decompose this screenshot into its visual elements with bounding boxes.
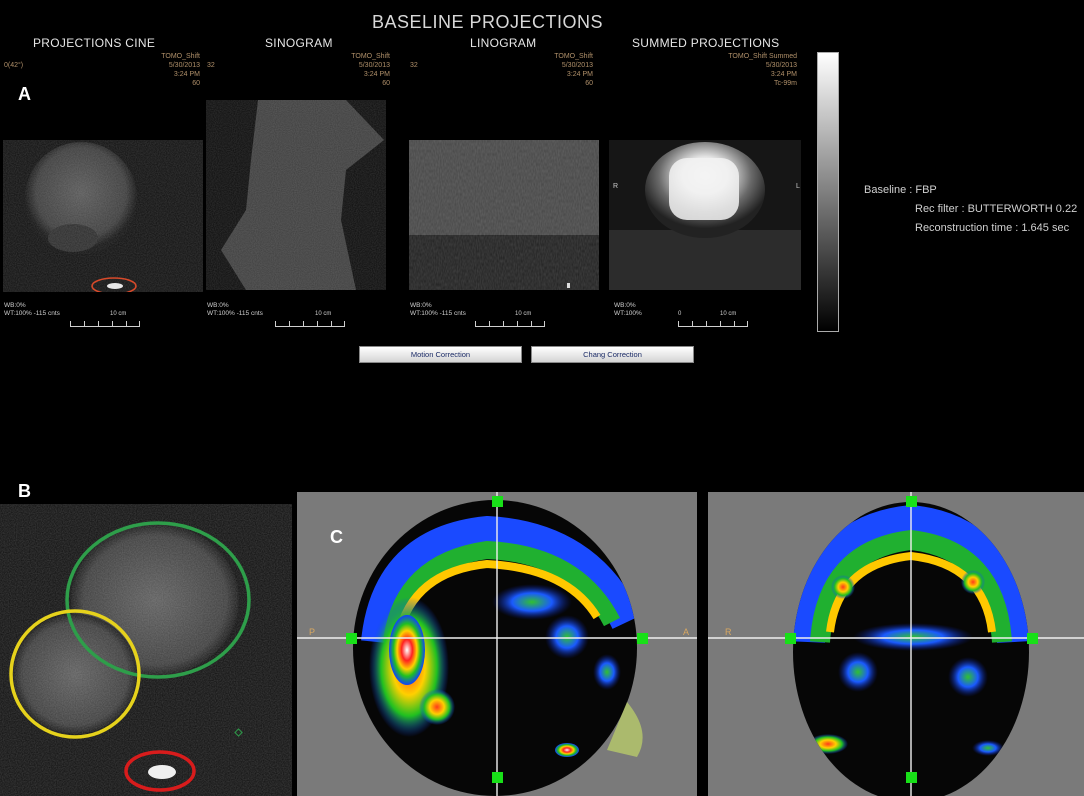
cine-image xyxy=(3,140,203,292)
summed-window-info: WB:0% WT:100% xyxy=(614,302,642,317)
summed-side-right: L xyxy=(796,183,800,190)
page-title: BASELINE PROJECTIONS xyxy=(372,12,604,32)
sinogram-frame: 32 xyxy=(207,62,215,69)
scale-label-cine: 10 cm xyxy=(110,311,127,317)
linogram-image xyxy=(409,140,599,290)
orientation-posterior: P xyxy=(309,627,316,637)
panel-meta-sinogram: TOMO_Shift 5/30/2013 3:24 PM 60 xyxy=(351,53,390,87)
crosshair-handle-right xyxy=(637,633,648,644)
panel-title-projections-cine: PROJECTIONS CINE xyxy=(33,36,156,50)
linogram-window-info: WB:0% WT:100% -115 cnts xyxy=(410,302,466,317)
scale-ruler-linogram xyxy=(475,316,545,327)
crosshair-handle-left xyxy=(346,633,357,644)
panel-title-summed: SUMMED PROJECTIONS xyxy=(632,36,780,50)
panel-title-sinogram: SINOGRAM xyxy=(265,36,333,50)
panel-label-a: A xyxy=(18,84,31,104)
coronal-perfusion-image xyxy=(708,492,1084,796)
panel-meta-cine: TOMO_Shift 5/30/2013 3:24 PM 60 xyxy=(161,53,200,87)
orientation-right: R xyxy=(725,627,732,637)
recon-method: Baseline : FBP xyxy=(864,184,937,196)
linogram-frame: 32 xyxy=(410,62,418,69)
panel-meta-summed: TOMO_Shift Summed 5/30/2013 3:24 PM Tc-99m xyxy=(728,53,797,87)
recon-filter: Rec filter : BUTTERWORTH 0.22 xyxy=(915,203,1078,215)
scale-zero-summed: 0 xyxy=(678,311,682,317)
panel-meta-linogram: TOMO_Shift 5/30/2013 3:24 PM 60 xyxy=(554,53,593,87)
sagittal-perfusion-image xyxy=(297,492,697,796)
summed-side-left: R xyxy=(613,183,619,190)
grayscale-colorbar xyxy=(817,52,839,332)
cine-window-info: WB:0% WT:100% -115 cnts xyxy=(4,302,60,317)
scale-ruler-cine xyxy=(70,316,140,327)
motion-correction-button[interactable]: Motion Correction xyxy=(359,346,522,363)
orientation-anterior: A xyxy=(683,627,690,637)
roi-projection-image xyxy=(0,504,292,796)
summed-image xyxy=(609,140,801,290)
crosshair-handle-top xyxy=(492,496,503,507)
crosshair-handle-bottom xyxy=(492,772,503,783)
crosshair-handle-top-2 xyxy=(906,496,917,507)
crosshair-handle-right-2 xyxy=(1027,633,1038,644)
scale-label-linogram: 10 cm xyxy=(515,311,532,317)
sinogram-image xyxy=(206,100,386,290)
scale-label-summed: 10 cm xyxy=(720,311,737,317)
reconstruction-info: Baseline : FBP Rec filter : BUTTERWORTH … xyxy=(864,181,1077,238)
crosshair-handle-bottom-2 xyxy=(906,772,917,783)
scale-ruler-summed xyxy=(678,316,748,327)
crosshair-handle-left-2 xyxy=(785,633,796,644)
panel-label-c: C xyxy=(330,527,343,547)
scale-label-sinogram: 10 cm xyxy=(315,311,332,317)
panel-label-b: B xyxy=(18,481,31,501)
scale-ruler-sinogram xyxy=(275,316,345,327)
panel-title-linogram: LINOGRAM xyxy=(470,36,537,50)
chang-correction-button[interactable]: Chang Correction xyxy=(531,346,694,363)
recon-time: Reconstruction time : 1.645 sec xyxy=(915,222,1070,234)
cine-angle: 0(42°) xyxy=(4,62,24,69)
sinogram-window-info: WB:0% WT:100% -115 cnts xyxy=(207,302,263,317)
